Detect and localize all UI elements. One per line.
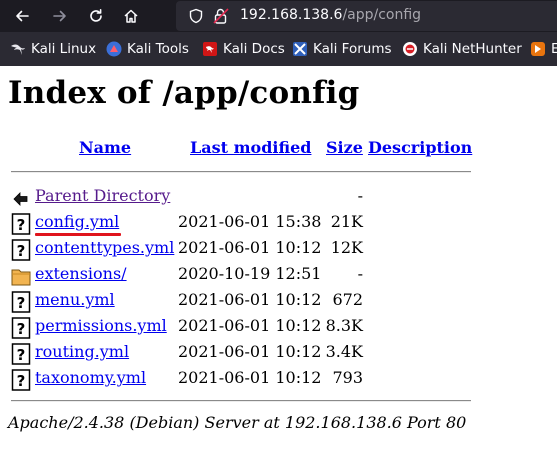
column-header-size[interactable]: Size: [326, 138, 363, 157]
bookmark-kali-docs[interactable]: Kali Docs: [202, 40, 285, 58]
bookmark-kali-forums[interactable]: Kali Forums: [292, 40, 392, 58]
home-button[interactable]: [117, 2, 145, 30]
server-signature: Apache/2.4.38 (Debian) Server at 192.168…: [8, 413, 467, 432]
bookmark-label: Kali Forums: [313, 41, 392, 57]
svg-text:?: ?: [17, 372, 26, 390]
file-date: 2020-10-19 12:51: [178, 264, 322, 283]
column-header-description[interactable]: Description: [368, 138, 472, 157]
bookmark-kali-nethunter[interactable]: Kali NetHunter: [402, 40, 522, 58]
file-link[interactable]: contenttypes.yml: [35, 238, 174, 257]
shield-icon[interactable]: [188, 8, 204, 24]
file-size: 3.4K: [325, 342, 363, 361]
url-host: 192.168.138.6: [240, 7, 343, 23]
unknown-file-icon: ?: [11, 317, 31, 339]
column-header-name[interactable]: Name: [79, 138, 131, 157]
file-link[interactable]: permissions.yml: [35, 316, 167, 335]
forward-arrow-icon: [53, 10, 66, 22]
file-size: 21K: [330, 212, 363, 231]
bookmark-kali-linux[interactable]: Kali Linux: [10, 40, 96, 58]
reload-button[interactable]: [82, 2, 110, 30]
unknown-file-icon: ?: [11, 291, 31, 313]
insecure-lock-icon[interactable]: [212, 7, 230, 25]
file-size: -: [357, 264, 363, 283]
back-button[interactable]: [8, 2, 36, 30]
file-size: 793: [332, 368, 363, 387]
bookmarks-bar: Kali Linux Kali Tools Kali Docs Kali For…: [0, 32, 557, 66]
forward-button[interactable]: [46, 2, 74, 30]
table-row: ? taxonomy.yml 2021-06-01 10:12 793: [0, 368, 557, 391]
table-row: ? contenttypes.yml 2021-06-01 10:12 12K: [0, 238, 557, 261]
file-size: 8.3K: [325, 316, 363, 335]
bookmark-kali-tools[interactable]: Kali Tools: [106, 40, 189, 58]
column-header-last-modified[interactable]: Last modified: [190, 138, 311, 157]
unknown-file-icon: ?: [11, 213, 31, 235]
bookmark-label: Kali Tools: [127, 41, 189, 57]
divider: [11, 171, 471, 173]
file-date: 2021-06-01 10:12: [178, 316, 322, 335]
table-row: ? routing.yml 2021-06-01 10:12 3.4K: [0, 342, 557, 365]
bookmark-label: E: [551, 41, 557, 57]
svg-text:?: ?: [17, 216, 26, 234]
url-text[interactable]: 192.168.138.6/app/config: [240, 7, 421, 23]
bookmark-exploit-db[interactable]: E: [530, 40, 557, 58]
kali-docs-icon: [203, 42, 217, 56]
bookmark-label: Kali NetHunter: [423, 41, 522, 57]
url-path: /app/config: [342, 7, 422, 23]
kali-nethunter-icon: [403, 42, 417, 56]
divider: [11, 400, 471, 402]
file-date: 2021-06-01 10:12: [178, 238, 322, 257]
unknown-file-icon: ?: [11, 369, 31, 391]
table-row: extensions/ 2020-10-19 12:51 -: [0, 264, 557, 286]
parent-directory-row: Parent Directory -: [0, 186, 557, 208]
file-size: 12K: [330, 238, 363, 257]
folder-link[interactable]: extensions/: [35, 264, 127, 283]
back-folder-icon: [13, 192, 28, 206]
svg-text:?: ?: [17, 346, 26, 364]
table-row: ? menu.yml 2021-06-01 10:12 672: [0, 290, 557, 313]
browser-toolbar: 192.168.138.6/app/config: [0, 0, 557, 32]
home-icon: [124, 9, 138, 23]
annotation-underline: [35, 233, 121, 236]
unknown-file-icon: ?: [11, 239, 31, 261]
reload-icon: [90, 9, 102, 22]
exploit-db-icon: [531, 42, 545, 56]
table-row: ? permissions.yml 2021-06-01 10:12 8.3K: [0, 316, 557, 339]
file-date: 2021-06-01 15:38: [178, 212, 322, 231]
unknown-file-icon: ?: [11, 343, 31, 365]
svg-text:?: ?: [17, 242, 26, 260]
svg-text:?: ?: [17, 294, 26, 312]
file-date: 2021-06-01 10:12: [178, 290, 322, 309]
table-row: ? config.yml 2021-06-01 15:38 21K: [0, 212, 557, 235]
file-size: 672: [332, 290, 363, 309]
file-link[interactable]: routing.yml: [35, 342, 129, 361]
kali-tools-icon: [106, 41, 122, 57]
file-link[interactable]: menu.yml: [35, 290, 115, 309]
folder-icon: [11, 269, 31, 286]
file-size: -: [357, 186, 363, 205]
back-arrow-icon: [16, 10, 29, 22]
kali-dragon-icon: [11, 44, 25, 55]
bookmark-label: Kali Docs: [223, 41, 285, 57]
file-link[interactable]: taxonomy.yml: [35, 368, 146, 387]
url-bar[interactable]: 192.168.138.6/app/config: [176, 1, 557, 31]
kali-forums-icon: [293, 42, 307, 56]
svg-text:?: ?: [17, 320, 26, 338]
parent-directory-link[interactable]: Parent Directory: [35, 186, 170, 205]
file-date: 2021-06-01 10:12: [178, 368, 322, 387]
page-title: Index of /app/config: [8, 75, 360, 111]
file-date: 2021-06-01 10:12: [178, 342, 322, 361]
bookmark-label: Kali Linux: [31, 41, 97, 57]
file-link[interactable]: config.yml: [35, 212, 119, 231]
